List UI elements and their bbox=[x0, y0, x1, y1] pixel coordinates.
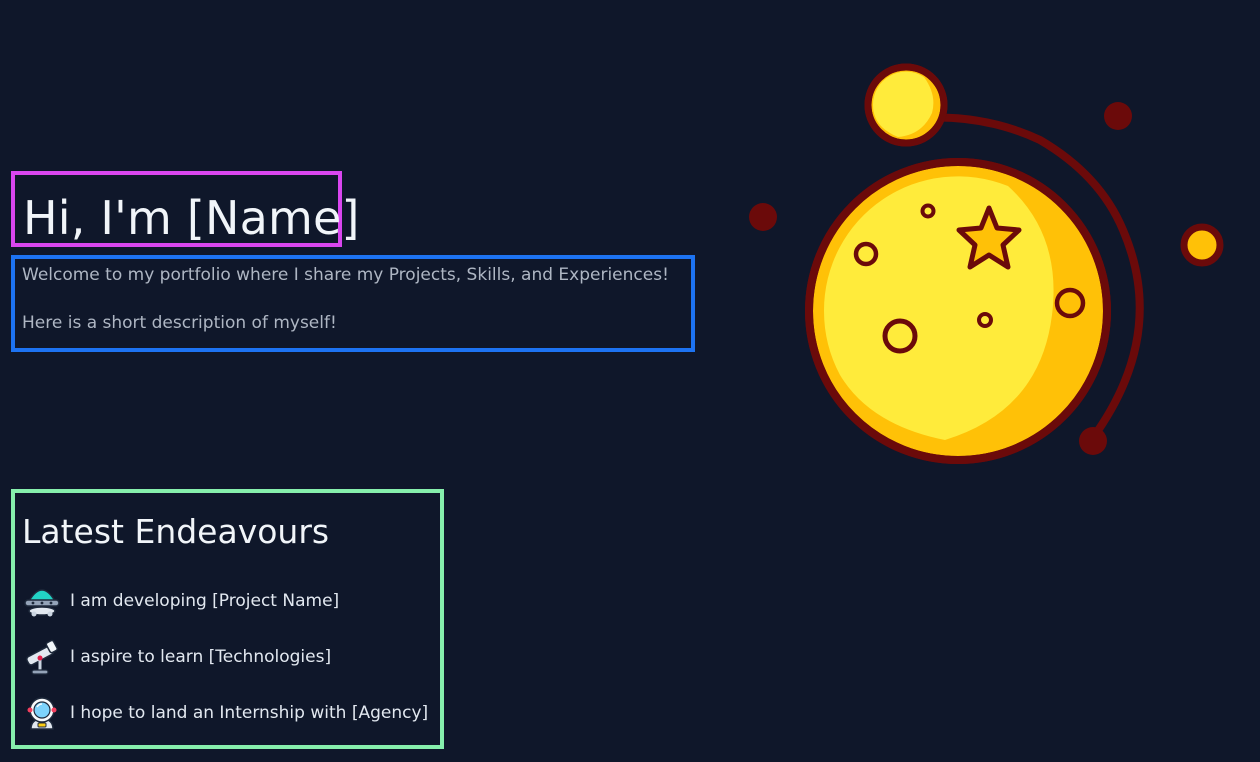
endeavours-heading: Latest Endeavours bbox=[22, 512, 330, 551]
endeavours-list: I am developing [Project Name] I aspire … bbox=[22, 581, 440, 733]
page-title: Hi, I'm [Name] bbox=[11, 171, 359, 247]
planet-illustration bbox=[749, 63, 1224, 464]
orbit-dot bbox=[1079, 427, 1107, 455]
latest-endeavours-section: Latest Endeavours I am developing [Proje… bbox=[11, 489, 444, 749]
ufo-icon bbox=[24, 589, 60, 617]
tiny-planet bbox=[1180, 223, 1224, 267]
intro-description-text: Here is a short description of myself! bbox=[22, 313, 337, 333]
list-item: I hope to land an Internship with [Agenc… bbox=[22, 693, 440, 733]
endeavour-text: I aspire to learn [Technologies] bbox=[70, 647, 332, 667]
small-moon bbox=[864, 63, 948, 147]
list-item: I aspire to learn [Technologies] bbox=[22, 637, 440, 677]
intro-section: Welcome to my portfolio where I share my… bbox=[11, 255, 695, 352]
astronaut-icon bbox=[27, 697, 57, 730]
orbit-dot bbox=[1104, 102, 1132, 130]
list-item: I am developing [Project Name] bbox=[22, 581, 440, 621]
portfolio-page: Hi, I'm [Name] Welcome to my portfolio w… bbox=[0, 0, 1260, 762]
endeavour-text: I hope to land an Internship with [Agenc… bbox=[70, 703, 429, 723]
intro-welcome-text: Welcome to my portfolio where I share my… bbox=[22, 265, 669, 285]
telescope-icon bbox=[26, 639, 58, 675]
endeavour-text: I am developing [Project Name] bbox=[70, 591, 340, 611]
orbit-dot bbox=[749, 203, 777, 231]
moon-planet bbox=[805, 158, 1111, 464]
